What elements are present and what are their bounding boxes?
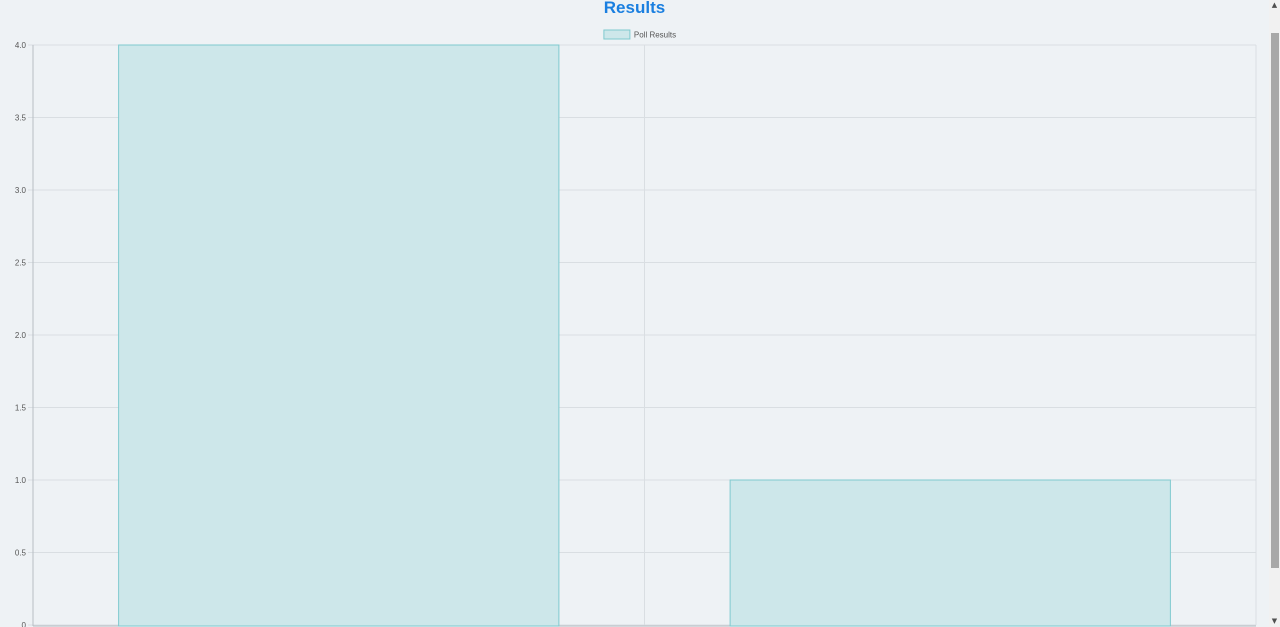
bar xyxy=(118,44,560,627)
y-tick-label: 3.0 xyxy=(15,186,27,195)
scroll-up-arrow-icon[interactable]: ▲ xyxy=(1269,0,1280,11)
scroll-down-arrow-icon[interactable]: ▼ xyxy=(1269,616,1280,627)
y-tick-label: 0.5 xyxy=(15,549,27,558)
bar xyxy=(729,479,1171,627)
y-tick-label: 0 xyxy=(22,621,27,627)
chart: 0 0.5 1.0 1.5 2.0 2.5 3.0 3.5 4.0 Poll Results xyxy=(15,29,1257,627)
vertical-scrollbar[interactable]: ▲ ▼ xyxy=(1269,0,1280,627)
legend-swatch xyxy=(603,29,631,40)
y-tick-label: 1.0 xyxy=(15,476,27,485)
y-tick-label: 1.5 xyxy=(15,404,27,413)
y-tick-label: 4.0 xyxy=(15,41,27,50)
scroll-thumb[interactable] xyxy=(1271,33,1279,568)
legend-label: Poll Results xyxy=(634,31,676,40)
y-tick-label: 2.5 xyxy=(15,259,27,268)
page: Results 0 0.5 1.0 1.5 2.0 2.5 3.0 3.5 4.0 Poll Re… xyxy=(0,0,1280,627)
y-tick-label: 2.0 xyxy=(15,331,27,340)
y-tick-label: 3.5 xyxy=(15,114,27,123)
